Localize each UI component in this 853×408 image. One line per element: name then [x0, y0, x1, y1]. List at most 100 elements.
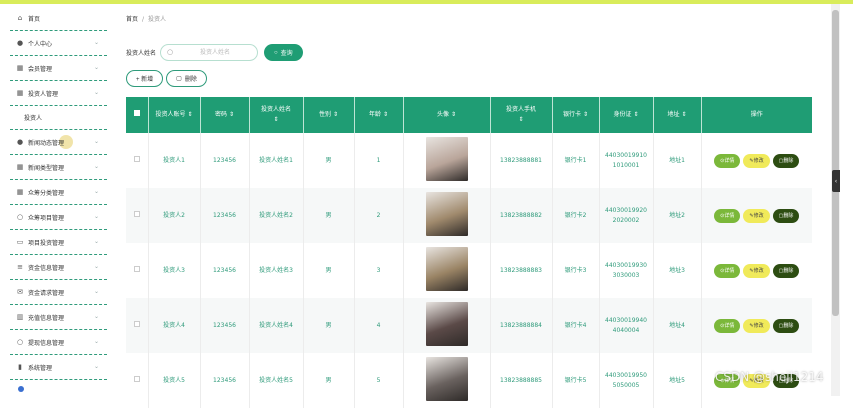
- row-checkbox[interactable]: [133, 375, 140, 382]
- sidebar-item[interactable]: ● 个人中心 ⌄: [10, 31, 107, 56]
- scrollbar-thumb[interactable]: [832, 10, 839, 316]
- row-select-cell[interactable]: [126, 133, 149, 188]
- sidebar-item[interactable]: ▦ 众筹分类管理 ⌄: [10, 180, 107, 205]
- delete-button[interactable]: ▢ 删除: [772, 318, 800, 333]
- add-button[interactable]: + 新增: [126, 70, 164, 87]
- query-button[interactable]: ○ 查询: [264, 44, 303, 61]
- sort-icon[interactable]: ⇕: [383, 111, 388, 118]
- id-card-line-2: 4040004: [612, 326, 640, 334]
- edit-button[interactable]: ✎ 修改: [743, 263, 770, 278]
- detail-button[interactable]: ⊙ 详情: [714, 318, 741, 333]
- sort-icon[interactable]: ⇕: [451, 111, 456, 118]
- search-input[interactable]: [177, 47, 254, 58]
- sort-icon[interactable]: ⇕: [633, 111, 638, 118]
- column-header[interactable]: 操作: [701, 97, 812, 133]
- row-checkbox[interactable]: [133, 155, 140, 162]
- id-card-line-1: 44030019940: [605, 316, 647, 324]
- row-select-cell[interactable]: [126, 243, 149, 298]
- cell-name-text: 投资人姓名1: [259, 156, 293, 164]
- operation-buttons: ⊙ 详情 ✎ 修改 ▢ 删除: [702, 208, 813, 223]
- sidebar-item[interactable]: ▮ 系统管理 ⌄: [10, 355, 107, 380]
- cell-gender-text: 男: [325, 321, 332, 329]
- search-box[interactable]: ○: [160, 44, 259, 61]
- cell-bank-card: 银行卡3: [552, 243, 600, 298]
- column-header[interactable]: 密码 ⇕: [200, 97, 250, 133]
- column-header[interactable]: 性别 ⇕: [303, 97, 355, 133]
- edit-button[interactable]: ✎ 修改: [743, 208, 770, 223]
- row-select-cell[interactable]: [126, 353, 149, 408]
- batch-delete-button[interactable]: ▢ 删除: [166, 70, 207, 87]
- sort-icon[interactable]: ⇕: [518, 116, 523, 123]
- column-header[interactable]: 投资人手机 ⇕: [490, 97, 553, 133]
- sort-icon[interactable]: ⇕: [273, 116, 278, 123]
- detail-button[interactable]: ⊙ 详情: [714, 263, 741, 278]
- sidebar-item[interactable]: ✉ 资金请求管理 ⌄: [10, 280, 107, 305]
- sidebar-item[interactable]: ▦ 新闻类型管理 ⌄: [10, 155, 107, 180]
- column-header[interactable]: 投资人账号 ⇕: [148, 97, 201, 133]
- sidebar-item[interactable]: ○ 提现信息管理 ⌄: [10, 330, 107, 355]
- cell-bank-card-text: 银行卡5: [564, 376, 587, 384]
- column-header[interactable]: 地址 ⇕: [653, 97, 702, 133]
- cell-account: 投资人3: [148, 243, 201, 298]
- search-icon: ○: [167, 48, 174, 56]
- cell-age-text: 2: [376, 211, 381, 219]
- row-checkbox[interactable]: [133, 210, 140, 217]
- column-header[interactable]: 身份证 ⇕: [599, 97, 654, 133]
- column-header[interactable]: 年龄 ⇕: [354, 97, 404, 133]
- column-header[interactable]: 头像 ⇕: [403, 97, 491, 133]
- sort-icon[interactable]: ⇕: [187, 111, 192, 118]
- cell-age: 5: [354, 353, 404, 408]
- chevron-down-icon: ⌄: [93, 188, 99, 195]
- cell-password: 123456: [200, 353, 250, 408]
- delete-button[interactable]: ▢ 删除: [772, 208, 800, 223]
- detail-button-label: 详情: [724, 213, 735, 219]
- cell-age: 2: [354, 188, 404, 243]
- sidebar-item-label: 充值信息管理: [28, 314, 65, 322]
- cell-address: 地址1: [653, 133, 702, 188]
- column-header[interactable]: 投资人姓名 ⇕: [249, 97, 304, 133]
- delete-button[interactable]: ▢ 删除: [772, 263, 800, 278]
- edit-button-label: 修改: [753, 158, 764, 164]
- vertical-scrollbar[interactable]: [831, 4, 840, 396]
- select-all-cell[interactable]: [126, 97, 149, 133]
- row-checkbox[interactable]: [133, 265, 140, 272]
- cell-address: 地址5: [653, 353, 702, 408]
- sidebar-item[interactable]: ⌂ 首页: [10, 6, 107, 31]
- delete-button-label: 删除: [783, 213, 794, 219]
- sidebar-subitem[interactable]: 投资人: [10, 106, 107, 130]
- select-all-checkbox[interactable]: [133, 110, 140, 116]
- sidebar-item-label: 首页: [28, 15, 41, 23]
- sort-icon[interactable]: ⇕: [333, 111, 338, 118]
- edit-button[interactable]: ✎ 修改: [743, 318, 770, 333]
- breadcrumb-home[interactable]: 首页: [126, 16, 138, 23]
- detail-button[interactable]: ⊙ 详情: [714, 208, 741, 223]
- sidebar-item[interactable]: ○ 众筹项目管理 ⌄: [10, 205, 107, 230]
- sort-icon[interactable]: ⇕: [681, 111, 686, 118]
- row-checkbox[interactable]: [133, 320, 140, 327]
- sidebar-item[interactable]: ▭ 项目投资管理 ⌄: [10, 230, 107, 255]
- sidebar-item[interactable]: ▦ 会员管理 ⌄: [10, 56, 107, 81]
- cell-name: 投资人姓名3: [249, 243, 304, 298]
- cell-gender: 男: [303, 298, 355, 353]
- column-header[interactable]: 银行卡 ⇕: [552, 97, 600, 133]
- delete-button[interactable]: ▢ 删除: [772, 153, 800, 168]
- cell-phone-text: 13823888882: [500, 211, 542, 219]
- cell-name: 投资人姓名4: [249, 298, 304, 353]
- sidebar-item[interactable]: ▦ 投资人管理 ⌄: [10, 81, 107, 106]
- user-icon: ●: [16, 39, 24, 47]
- detail-button[interactable]: ⊙ 详情: [714, 153, 741, 168]
- table-row: 投资人2 123456 投资人姓名2 男 2 13823888882 银行卡2 4403001…: [126, 188, 812, 243]
- cell-bank-card: 银行卡5: [552, 353, 600, 408]
- row-select-cell[interactable]: [126, 298, 149, 353]
- sidebar-item[interactable]: ≡ 资金信息管理 ⌄: [10, 255, 107, 280]
- cell-password: 123456: [200, 133, 250, 188]
- sort-icon[interactable]: ⇕: [229, 111, 234, 118]
- cell-address-text: 地址4: [669, 321, 685, 329]
- id-card-line-1: 44030019910: [605, 151, 647, 159]
- row-select-cell[interactable]: [126, 188, 149, 243]
- sidebar-item[interactable]: ▥ 充值信息管理 ⌄: [10, 305, 107, 330]
- edit-button[interactable]: ✎ 修改: [743, 153, 770, 168]
- sort-icon[interactable]: ⇕: [583, 111, 588, 118]
- sidebar-item[interactable]: ● 新闻动态管理 ⌄: [10, 130, 107, 155]
- collapse-panel-icon[interactable]: ‹: [832, 170, 840, 192]
